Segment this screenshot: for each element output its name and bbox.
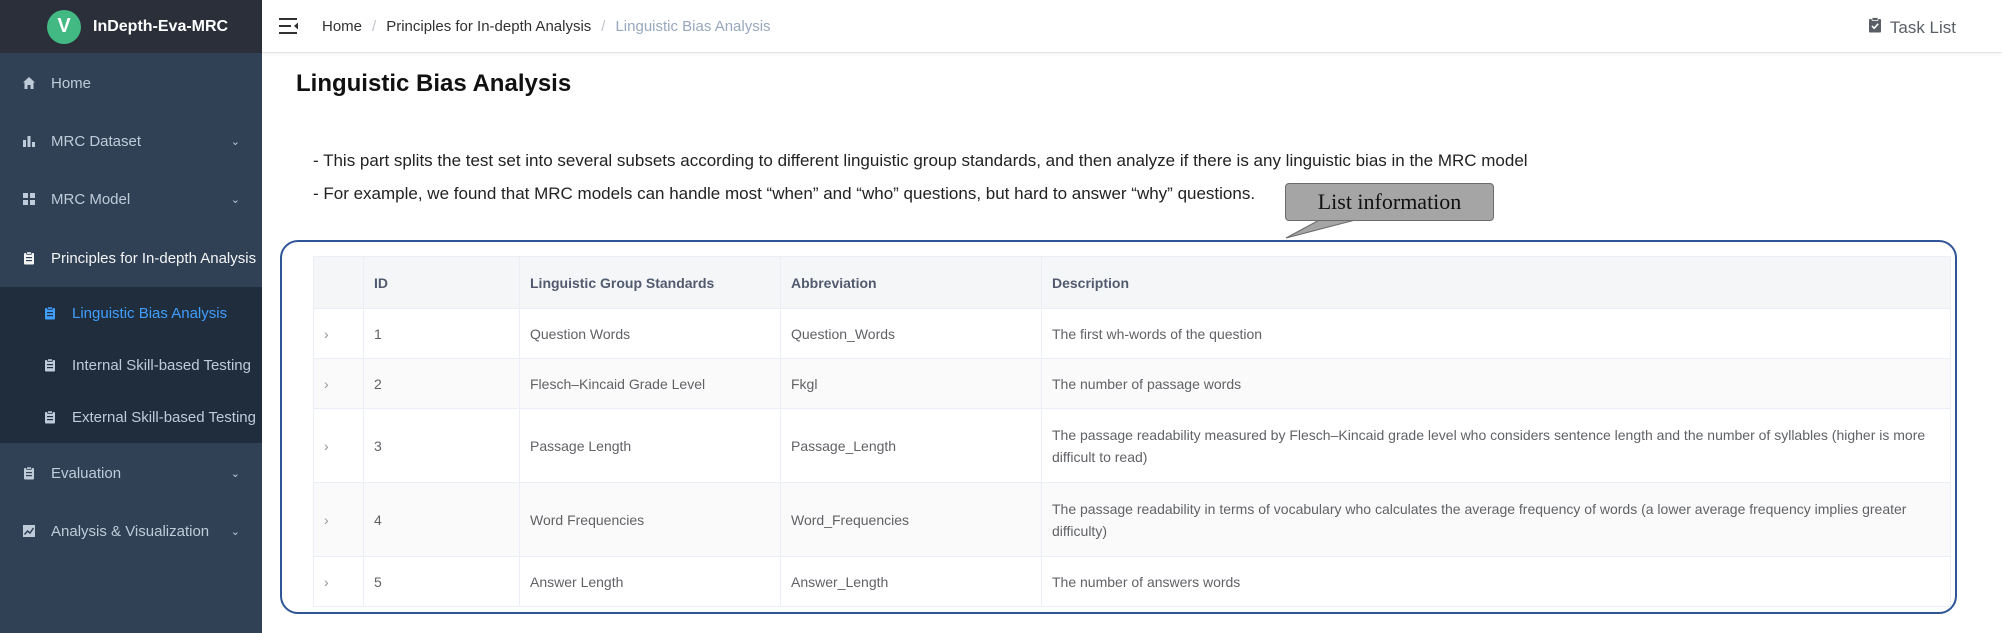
- sidebar-item-principles[interactable]: Principles for In-depth Analysis: [0, 230, 262, 286]
- sidebar-item-external-skill[interactable]: External Skill-based Testing: [0, 391, 262, 443]
- table-row[interactable]: › 1 Question Words Question_Words The fi…: [313, 308, 1951, 359]
- chevron-down-icon: ⌄: [230, 193, 240, 206]
- cell-id: 4: [363, 482, 520, 557]
- grid-icon: [21, 191, 37, 207]
- expand-row-icon[interactable]: ›: [313, 358, 364, 409]
- sidebar: V InDepth-Eva-MRC Home MRC Dataset ⌄ MRC…: [0, 0, 262, 633]
- linguistic-standards-table: ID Linguistic Group Standards Abbreviati…: [313, 256, 1951, 607]
- sidebar-item-mrc-dataset[interactable]: MRC Dataset ⌄: [0, 113, 262, 169]
- chevron-down-icon: ⌄: [230, 135, 240, 148]
- sidebar-item-label: Linguistic Bias Analysis: [72, 304, 228, 322]
- page-title: Linguistic Bias Analysis: [296, 70, 572, 97]
- sidebar-item-label: MRC Model: [51, 190, 131, 208]
- sidebar-item-mrc-model[interactable]: MRC Model ⌄: [0, 171, 262, 227]
- table-row[interactable]: › 2 Flesch–Kincaid Grade Level Fkgl The …: [313, 358, 1951, 409]
- app-logo[interactable]: V InDepth-Eva-MRC: [0, 0, 262, 53]
- cell-abbreviation: Passage_Length: [780, 408, 1042, 483]
- home-icon: [21, 75, 37, 91]
- column-header-standard: Linguistic Group Standards: [519, 256, 781, 309]
- cell-description: The passage readability measured by Fles…: [1041, 408, 1951, 483]
- expand-row-icon[interactable]: ›: [313, 308, 364, 359]
- navbar: Home / Principles for In-depth Analysis …: [262, 0, 2002, 53]
- cell-standard: Passage Length: [519, 408, 781, 483]
- table-header-row: ID Linguistic Group Standards Abbreviati…: [313, 256, 1951, 309]
- sidebar-item-analysis-visualization[interactable]: Analysis & Visualization ⌄: [0, 503, 262, 559]
- breadcrumb-separator: /: [372, 18, 377, 35]
- column-header-id: ID: [363, 256, 520, 309]
- expand-row-icon[interactable]: ›: [313, 556, 364, 607]
- app-title: InDepth-Eva-MRC: [93, 17, 229, 35]
- table-row[interactable]: › 5 Answer Length Answer_Length The numb…: [313, 556, 1951, 607]
- line-chart-icon: [21, 523, 37, 539]
- expand-row-icon[interactable]: ›: [313, 482, 364, 557]
- callout-label: List information: [1285, 183, 1494, 221]
- expand-column-header: [313, 256, 364, 309]
- cell-description: The passage readability in terms of voca…: [1041, 482, 1951, 557]
- cell-id: 3: [363, 408, 520, 483]
- clipboard-icon: [42, 357, 58, 373]
- sidebar-item-internal-skill[interactable]: Internal Skill-based Testing: [0, 339, 262, 391]
- bar-chart-icon: [21, 133, 37, 149]
- intro-text: - For example, we found that MRC models …: [313, 184, 1256, 203]
- cell-id: 1: [363, 308, 520, 359]
- breadcrumb-current: Linguistic Bias Analysis: [615, 18, 771, 35]
- cell-id: 2: [363, 358, 520, 409]
- sidebar-item-evaluation[interactable]: Evaluation ⌄: [0, 445, 262, 501]
- sidebar-item-label: MRC Dataset: [51, 132, 142, 150]
- cell-description: The number of passage words: [1041, 358, 1951, 409]
- cell-abbreviation: Answer_Length: [780, 556, 1042, 607]
- chevron-down-icon: ⌄: [230, 467, 240, 480]
- clipboard-icon: [21, 250, 37, 266]
- clipboard-icon: [21, 465, 37, 481]
- sidebar-item-label: Analysis & Visualization: [51, 522, 210, 540]
- cell-standard: Flesch–Kincaid Grade Level: [519, 358, 781, 409]
- sidebar-item-home[interactable]: Home: [0, 55, 262, 111]
- cell-description: The number of answers words: [1041, 556, 1951, 607]
- sidebar-item-label: Internal Skill-based Testing: [72, 356, 251, 374]
- callout-pointer: [1285, 218, 1364, 239]
- table-row[interactable]: › 3 Passage Length Passage_Length The pa…: [313, 408, 1951, 483]
- cell-abbreviation: Word_Frequencies: [780, 482, 1042, 557]
- hamburger-icon[interactable]: [279, 17, 299, 35]
- cell-standard: Question Words: [519, 308, 781, 359]
- cell-standard: Word Frequencies: [519, 482, 781, 557]
- sidebar-item-label: Principles for In-depth Analysis: [51, 249, 257, 267]
- breadcrumb-home[interactable]: Home: [322, 18, 362, 35]
- task-list-label: Task List: [1889, 17, 1956, 37]
- sidebar-item-label: External Skill-based Testing: [72, 408, 256, 426]
- clipboard-check-icon: [1868, 17, 1882, 38]
- clipboard-icon: [42, 305, 58, 321]
- clipboard-icon: [42, 409, 58, 425]
- sidebar-item-linguistic-bias[interactable]: Linguistic Bias Analysis: [0, 287, 262, 339]
- breadcrumb-separator: /: [601, 18, 606, 35]
- column-header-abbreviation: Abbreviation: [780, 256, 1042, 309]
- sidebar-item-label: Home: [51, 74, 92, 92]
- intro-text: - This part splits the test set into sev…: [313, 151, 1528, 170]
- sidebar-item-label: Evaluation: [51, 464, 122, 482]
- cell-abbreviation: Fkgl: [780, 358, 1042, 409]
- cell-description: The first wh-words of the question: [1041, 308, 1951, 359]
- breadcrumb: Home / Principles for In-depth Analysis …: [322, 18, 771, 35]
- cell-id: 5: [363, 556, 520, 607]
- cell-standard: Answer Length: [519, 556, 781, 607]
- logo-badge: V: [47, 9, 81, 44]
- column-header-description: Description: [1041, 256, 1951, 309]
- cell-abbreviation: Question_Words: [780, 308, 1042, 359]
- breadcrumb-principles[interactable]: Principles for In-depth Analysis: [386, 18, 591, 35]
- expand-row-icon[interactable]: ›: [313, 408, 364, 483]
- chevron-down-icon: ⌄: [230, 525, 240, 538]
- task-list-button[interactable]: Task List: [1868, 17, 1956, 38]
- table-row[interactable]: › 4 Word Frequencies Word_Frequencies Th…: [313, 482, 1951, 557]
